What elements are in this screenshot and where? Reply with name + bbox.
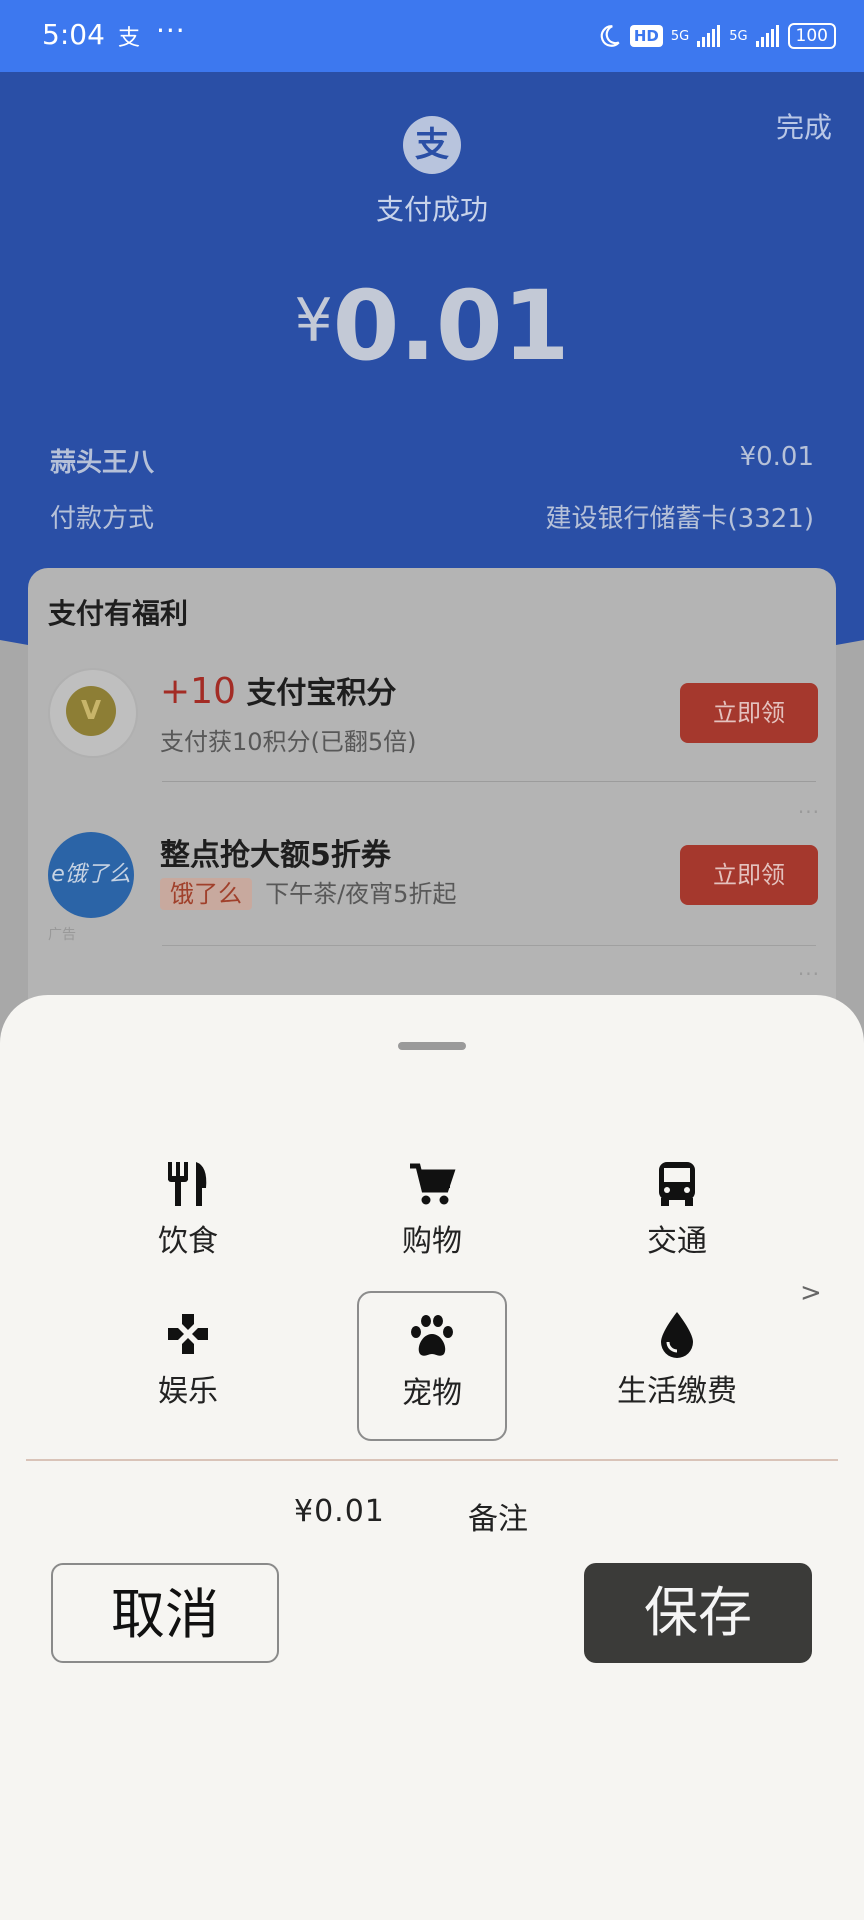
moon-icon <box>600 25 620 47</box>
claim-points-button[interactable]: 立即领 <box>680 683 818 743</box>
next-page-arrow[interactable]: > <box>800 1278 822 1308</box>
more-options-icon[interactable]: ··· <box>798 800 820 824</box>
reward-divider-2 <box>162 945 816 946</box>
eleme-logo: e饿了么 <box>48 832 134 918</box>
paw-icon <box>411 1315 453 1356</box>
coupon-reward-subtitle-row: 饿了么 下午茶/夜宵5折起 <box>160 874 457 910</box>
category-label: 娱乐 <box>158 1374 218 1409</box>
category-transport[interactable]: 交通 <box>602 1160 752 1310</box>
status-time: 5:04 <box>42 18 105 51</box>
gamepad-icon <box>168 1314 208 1354</box>
status-bar: 5:04 支 ··· HD 5G 5G 100 <box>0 0 864 72</box>
battery-icon: 100 <box>787 23 836 49</box>
bus-icon <box>659 1162 695 1206</box>
coupon-reward-title: 整点抢大额5折券 <box>160 838 391 873</box>
category-food[interactable]: 饮食 <box>113 1160 263 1310</box>
cart-icon <box>410 1163 456 1205</box>
sheet-separator <box>26 1459 838 1461</box>
more-options-icon-2[interactable]: ··· <box>798 962 820 986</box>
amount-value: 0.01 <box>332 270 570 382</box>
category-label: 购物 <box>402 1224 462 1259</box>
claim-coupon-button[interactable]: 立即领 <box>680 845 818 905</box>
category-label: 宠物 <box>402 1376 462 1411</box>
category-pets-selected[interactable]: 宠物 <box>357 1291 507 1441</box>
category-entertainment[interactable]: 娱乐 <box>113 1310 263 1460</box>
vip-coin-icon: V <box>66 686 116 736</box>
record-amount: ¥0.01 <box>294 1494 385 1529</box>
payment-status: 支付成功 <box>375 193 488 226</box>
alipay-status-icon: 支 <box>118 26 141 51</box>
points-reward-title: +10 支付宝积分 <box>160 668 396 712</box>
cancel-button[interactable]: 取消 <box>51 1563 279 1663</box>
payment-method-row: 付款方式 建设银行储蓄卡(3321) <box>50 498 814 538</box>
points-value: +10 <box>160 671 236 712</box>
category-label: 交通 <box>647 1224 707 1259</box>
signal-5g-label: 5G <box>670 28 690 44</box>
signal-icon <box>697 25 721 47</box>
merchant-name: 蒜头王八 <box>50 448 155 478</box>
save-button[interactable]: 保存 <box>584 1563 812 1663</box>
status-right: HD 5G 5G 100 <box>596 18 836 54</box>
rewards-card <box>28 568 836 1048</box>
payment-method-value: 建设银行储蓄卡(3321) <box>545 504 814 534</box>
alipay-logo: 支 <box>403 116 461 174</box>
reward-divider <box>162 781 816 782</box>
payment-method-label: 付款方式 <box>50 504 155 534</box>
signal-5g-label-2: 5G <box>729 28 748 44</box>
category-utilities[interactable]: 生活缴费 <box>602 1310 752 1460</box>
eleme-tag: 饿了么 <box>160 878 252 910</box>
water-drop-icon <box>661 1312 693 1358</box>
payment-amount: ¥0.01 <box>0 270 864 382</box>
sheet-drag-handle[interactable] <box>398 1042 466 1050</box>
points-reward-subtitle: 支付获10积分(已翻5倍) <box>160 728 417 756</box>
rewards-title: 支付有福利 <box>48 597 189 630</box>
currency-symbol: ¥ <box>294 286 333 356</box>
merchant-amount: ¥0.01 <box>739 442 814 472</box>
ad-label: 广告 <box>48 927 76 943</box>
fork-knife-icon <box>168 1162 207 1206</box>
category-label: 生活缴费 <box>617 1374 737 1409</box>
done-button[interactable]: 完成 <box>776 106 832 146</box>
coupon-reward-subtitle: 下午茶/夜宵5折起 <box>265 880 457 908</box>
hd-badge: HD <box>629 25 663 47</box>
more-status-icon: ··· <box>156 14 186 47</box>
memo-field[interactable]: 备注 <box>468 1494 528 1538</box>
signal-icon-2 <box>755 25 779 47</box>
category-label: 饮食 <box>158 1224 218 1259</box>
category-shopping[interactable]: 购物 <box>357 1160 507 1310</box>
merchant-row: 蒜头王八 ¥0.01 <box>50 442 814 482</box>
points-label: 支付宝积分 <box>246 676 397 711</box>
